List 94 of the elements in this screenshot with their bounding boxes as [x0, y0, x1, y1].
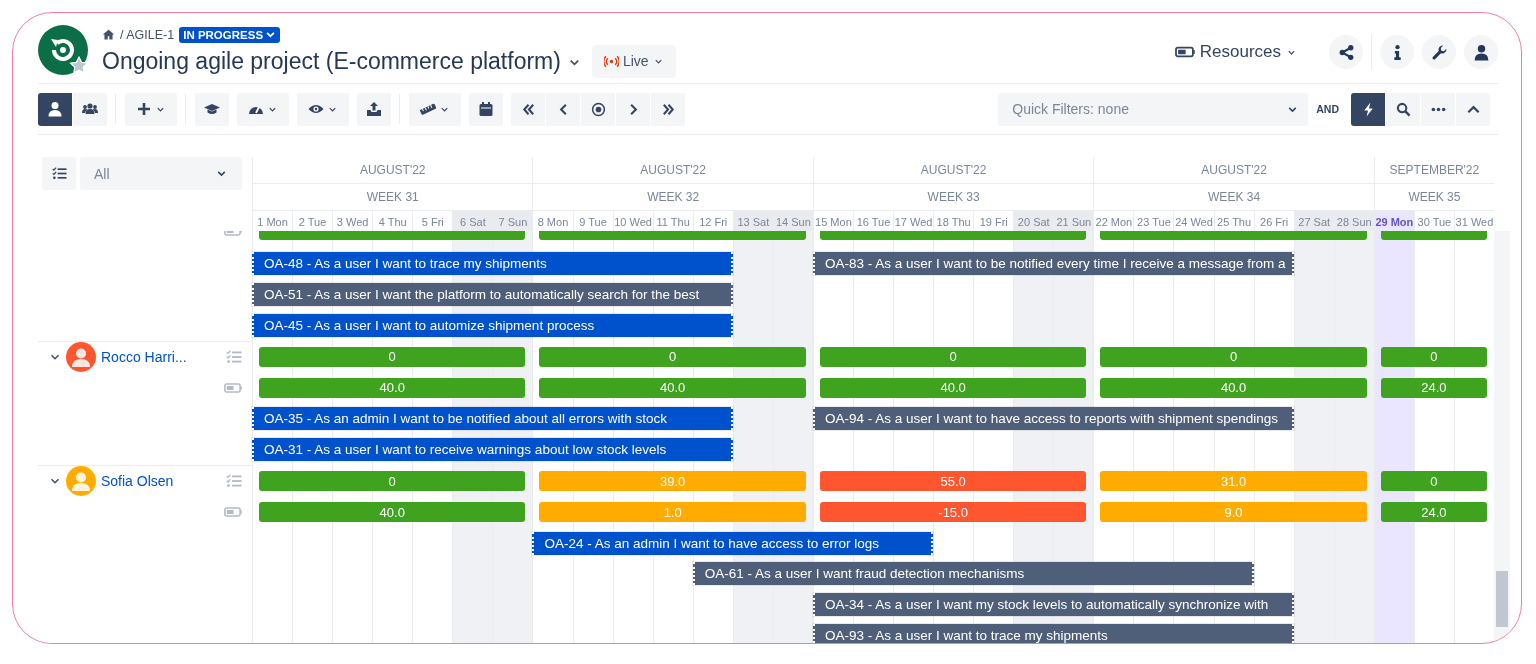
- checklist-button[interactable]: [42, 157, 76, 190]
- team-icon: [82, 101, 98, 117]
- chevron-up-button[interactable]: [1456, 92, 1490, 126]
- upload-button[interactable]: [357, 92, 391, 126]
- workload-bar: 39.0: [539, 471, 806, 492]
- day-header: 6 Sat: [452, 211, 493, 233]
- checklist-icon: [51, 166, 67, 181]
- task-bar[interactable]: OA-45 - As a user I want to automize shipment process: [252, 313, 733, 337]
- resources-dropdown[interactable]: Resources: [1168, 41, 1303, 63]
- month-header: AUGUST'22: [252, 157, 533, 184]
- wrench-icon: [1430, 43, 1448, 61]
- task-bar[interactable]: OA-83 - As a user I want to be notified every time I receive a message from a: [812, 251, 1294, 275]
- breadcrumb-link[interactable]: / AGILE-1: [120, 27, 175, 42]
- double-left-button[interactable]: [511, 92, 545, 126]
- user-icon: [47, 101, 63, 117]
- task-bar[interactable]: OA-51 - As a user I want the platform to automatically search for the best: [252, 282, 733, 306]
- project-title: Ongoing agile project (E-commerce platform): [102, 47, 561, 75]
- calendar-icon: [478, 101, 494, 117]
- filter-select[interactable]: All: [80, 157, 242, 190]
- capacity-bar: 9.0: [1100, 502, 1367, 523]
- workload-bar: 0: [819, 346, 1087, 367]
- user-icon: [1472, 43, 1490, 61]
- month-header: AUGUST'22: [1093, 157, 1374, 184]
- graduation-cap-icon: [204, 101, 220, 117]
- task-bar[interactable]: OA-35 - As an admin I want to be notified about all errors with stock: [252, 407, 733, 431]
- calendar-button[interactable]: [469, 92, 503, 126]
- capacity-bar: 40.0: [539, 377, 806, 398]
- task-bar[interactable]: OA-94 - As a user I want to have access to reports with shipment spendings: [812, 407, 1294, 431]
- scrollbar[interactable]: [1494, 231, 1510, 643]
- checklist-icon: [226, 348, 242, 365]
- user-button[interactable]: [1464, 35, 1498, 69]
- search-icon: [1395, 101, 1411, 117]
- lightning-button[interactable]: [1351, 92, 1385, 126]
- plus-button[interactable]: [125, 92, 177, 126]
- day-header: 27 Sat: [1293, 211, 1334, 233]
- workload-bar: 0: [539, 346, 806, 367]
- workload-bar: 55.0: [819, 471, 1087, 492]
- double-left-icon: [520, 101, 536, 117]
- eye-button[interactable]: [297, 92, 349, 126]
- more-button[interactable]: [1421, 92, 1455, 126]
- month-header: SEPTEMBER'22: [1373, 157, 1494, 184]
- target-button[interactable]: [581, 92, 615, 126]
- task-bar[interactable]: OA-31 - As a user I want to receive warnings about low stock levels: [252, 438, 733, 461]
- task-bar[interactable]: OA-93 - As a user I want to trace my shipments: [812, 624, 1294, 643]
- task-bar[interactable]: OA-24 - As an admin I want to have access to error logs: [532, 531, 934, 555]
- capacity-bar: 1.0: [539, 502, 806, 523]
- graduation-cap-button[interactable]: [195, 92, 229, 126]
- capacity-bar: 24.0: [1380, 377, 1487, 398]
- workload-bar: 0: [1380, 346, 1487, 367]
- broadcast-icon: [603, 53, 619, 69]
- workload-bar: 0: [1100, 346, 1367, 367]
- team-view-button[interactable]: [73, 92, 107, 126]
- double-right-button[interactable]: [651, 92, 685, 126]
- double-right-icon: [660, 101, 676, 117]
- share-icon: [1337, 43, 1355, 61]
- ruler-button[interactable]: [409, 92, 461, 126]
- wrench-button[interactable]: [1422, 35, 1456, 69]
- workload-bar: 31.0: [1100, 471, 1367, 492]
- workload-bar: 0: [1380, 471, 1487, 492]
- resource-name[interactable]: Rocco Harri...: [101, 348, 187, 365]
- search-button[interactable]: [1386, 92, 1420, 126]
- gauge-button[interactable]: [237, 92, 289, 126]
- capacity-bar: 40.0: [1100, 377, 1367, 398]
- workload-bar: 0: [259, 346, 526, 367]
- capacity-bar: 40.0: [259, 377, 526, 398]
- day-header: 21 Sun: [1053, 211, 1094, 233]
- capacity-bar: -15.0: [819, 502, 1087, 523]
- capacity-bar: 24.0: [1380, 502, 1487, 523]
- day-header: 7 Sun: [492, 211, 533, 233]
- day-header: 13 Sat: [732, 211, 773, 233]
- capacity-bar: 40.0: [819, 377, 1087, 398]
- user-view-button[interactable]: [38, 92, 72, 126]
- status-dropdown[interactable]: IN PROGRESS: [179, 26, 281, 43]
- month-header: AUGUST'22: [532, 157, 813, 184]
- workload-bar: 0: [259, 471, 526, 492]
- resource-name[interactable]: Sofia Olsen: [101, 473, 174, 490]
- task-bar[interactable]: OA-48 - As a user I want to trace my shipments: [252, 251, 733, 275]
- task-bar[interactable]: OA-34 - As a user I want my stock levels to automatically synchronize with: [812, 593, 1294, 617]
- live-mode-button[interactable]: Live: [591, 44, 676, 78]
- home-icon: [102, 28, 115, 41]
- share-button[interactable]: [1329, 35, 1363, 69]
- quick-filters-field[interactable]: Quick Filters: none: [998, 92, 1309, 126]
- info-button[interactable]: [1380, 35, 1414, 69]
- month-header: AUGUST'22: [812, 157, 1094, 184]
- day-header: 20 Sat: [1013, 211, 1054, 233]
- upload-icon: [366, 101, 382, 117]
- caret-icon: [265, 29, 277, 40]
- project-logo-icon: [38, 25, 90, 77]
- target-icon: [590, 101, 606, 117]
- checklist-icon: [226, 473, 242, 490]
- and-toggle[interactable]: AND: [1316, 103, 1339, 115]
- task-bar[interactable]: OA-61 - As a user I want fraud detection mechanisms: [692, 562, 1254, 586]
- plus-icon: [136, 101, 152, 117]
- capacity-bar: 40.0: [259, 502, 526, 523]
